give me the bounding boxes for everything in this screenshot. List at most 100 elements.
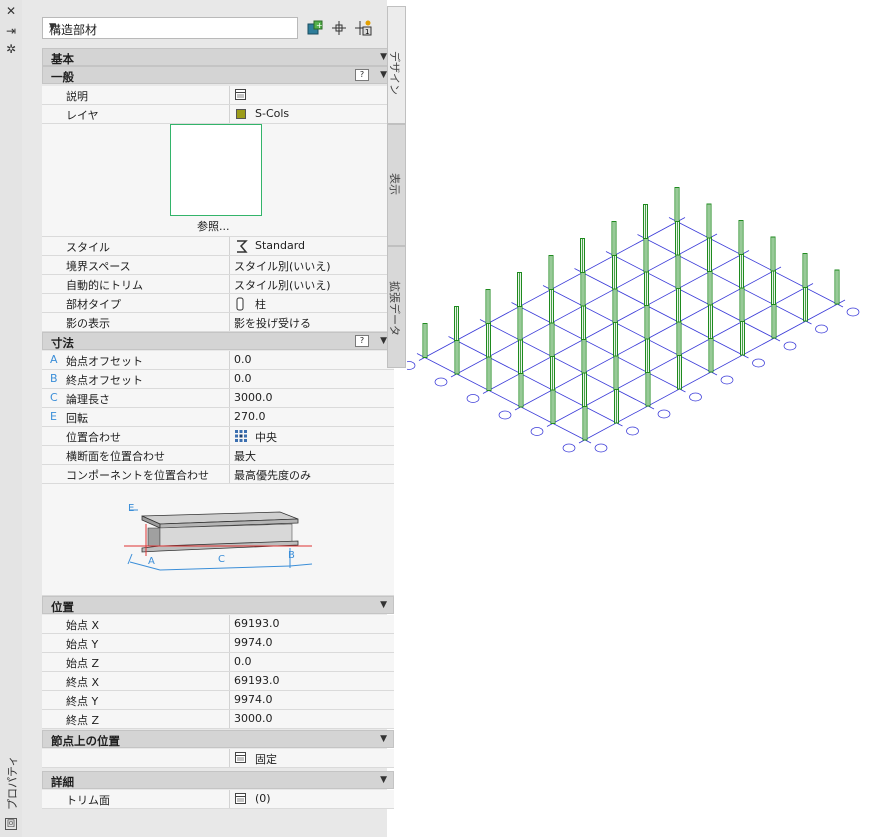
grid-line <box>574 268 749 359</box>
chevron-down-icon[interactable]: ▼ <box>380 52 387 62</box>
worksheet-icon[interactable] <box>235 89 246 100</box>
row-location[interactable]: 終点 Y 9974.0 <box>42 691 394 710</box>
grid-line <box>511 302 686 393</box>
section-dimensions[interactable]: 寸法 ? ▼ <box>42 332 394 350</box>
chevron-down-icon[interactable]: ▼ <box>380 775 387 785</box>
style-thumbnail[interactable] <box>170 124 262 216</box>
row-justify-section[interactable]: 横断面を位置合わせ 最大 <box>42 446 394 465</box>
worksheet-icon[interactable] <box>235 752 246 763</box>
dim-key-e: E <box>50 410 57 423</box>
grid-bubble <box>530 427 544 436</box>
location-value[interactable]: 0.0 <box>234 655 252 668</box>
location-value[interactable]: 9974.0 <box>234 636 273 649</box>
row-location[interactable]: 始点 Y 9974.0 <box>42 634 394 653</box>
section-basic[interactable]: 基本 ▼ <box>42 48 394 66</box>
tab-design[interactable]: デザイン <box>387 6 406 124</box>
autohide-icon[interactable]: ⇥ <box>4 24 18 38</box>
properties-panel: 構造部材 ▼ + 1 基本 ▼ 一般 ? ▼ 説明 レイヤ S-Cols 参照.… <box>22 0 394 837</box>
rotation-value[interactable]: 270.0 <box>234 410 266 423</box>
row-node-location[interactable]: 固定 <box>42 749 394 768</box>
row-end-offset[interactable]: B 終点オフセット 0.0 <box>42 370 394 389</box>
svg-text:1: 1 <box>365 28 369 36</box>
tab-display-label: 表示 <box>388 173 401 195</box>
row-rotation[interactable]: E 回転 270.0 <box>42 408 394 427</box>
grid-line <box>542 285 718 376</box>
style-label: スタイル <box>66 241 110 254</box>
row-location[interactable]: 終点 Z 3000.0 <box>42 710 394 729</box>
style-value: Standard <box>255 239 306 252</box>
row-shadow[interactable]: 影の表示 影を投げ受ける <box>42 313 394 332</box>
diagram-label-e: E <box>128 503 134 514</box>
layer-value: S-Cols <box>255 107 290 120</box>
row-location[interactable]: 終点 X 69193.0 <box>42 672 394 691</box>
row-location[interactable]: 始点 X 69193.0 <box>42 615 394 634</box>
row-boundary[interactable]: 境界スペース スタイル別(いいえ) <box>42 256 394 275</box>
grid-bubble <box>402 361 416 370</box>
chevron-down-icon[interactable]: ▼ <box>380 600 387 610</box>
chevron-down-icon[interactable]: ▼ <box>380 70 387 80</box>
select-objects-icon[interactable] <box>330 19 348 37</box>
quick-help-icon[interactable]: ? <box>355 69 369 81</box>
rotation-label: 回転 <box>66 412 88 425</box>
section-general[interactable]: 一般 ? ▼ <box>42 66 394 84</box>
autotrim-label: 自動的にトリム <box>66 279 143 292</box>
tab-display[interactable]: 表示 <box>387 124 406 246</box>
object-selector-bar: 構造部材 ▼ + 1 <box>42 17 394 41</box>
location-value[interactable]: 69193.0 <box>234 617 280 630</box>
structural-style-icon <box>235 240 248 253</box>
start-offset-value[interactable]: 0.0 <box>234 353 252 366</box>
row-trim-planes[interactable]: トリム面 (0) <box>42 790 394 809</box>
logical-length-value[interactable]: 3000.0 <box>234 391 273 404</box>
location-value[interactable]: 3000.0 <box>234 712 273 725</box>
justify-value: 中央 <box>255 431 277 444</box>
location-label: 終点 X <box>66 676 100 689</box>
boundary-label: 境界スペース <box>66 260 131 273</box>
grid-line <box>448 336 623 427</box>
column-grid-drawing[interactable] <box>402 0 878 837</box>
diagram-label-b: B <box>288 550 295 561</box>
row-autotrim[interactable]: 自動的にトリム スタイル別(いいえ) <box>42 275 394 294</box>
section-details[interactable]: 詳細 ▼ <box>42 771 394 789</box>
justify-component-label: コンポーネントを位置合わせ <box>66 469 209 482</box>
side-tabs: デザイン 表示 拡張データ <box>387 0 407 837</box>
row-logical-length[interactable]: C 論理長さ 3000.0 <box>42 389 394 408</box>
row-style[interactable]: スタイル Standard <box>42 237 394 256</box>
row-justify-component[interactable]: コンポーネントを位置合わせ 最高優先度のみ <box>42 465 394 484</box>
row-layer[interactable]: レイヤ S-Cols <box>42 105 394 124</box>
close-icon[interactable]: ✕ <box>4 4 18 18</box>
row-justify[interactable]: 位置合わせ 中央 <box>42 427 394 446</box>
section-node-location[interactable]: 節点上の位置 ▼ <box>42 730 394 748</box>
row-start-offset[interactable]: A 始点オフセット 0.0 <box>42 351 394 370</box>
worksheet-icon[interactable] <box>235 793 246 804</box>
section-dimensions-title: 寸法 <box>51 336 74 350</box>
chevron-down-icon[interactable]: ▼ <box>380 336 387 346</box>
tab-extended-data[interactable]: 拡張データ <box>387 246 406 368</box>
toggle-pickadd-icon[interactable]: 1 <box>354 19 372 37</box>
palette-titlebar: ✕ ⇥ ✲ プロパティ 回 <box>0 0 23 837</box>
location-value[interactable]: 9974.0 <box>234 693 273 706</box>
grid-line <box>668 217 844 308</box>
justify-label: 位置合わせ <box>66 431 121 444</box>
row-location[interactable]: 始点 Z 0.0 <box>42 653 394 672</box>
chevron-down-icon[interactable]: ▼ <box>380 734 387 744</box>
quick-select-icon[interactable]: + <box>306 19 324 37</box>
shadow-value: 影を投げ受ける <box>234 317 311 330</box>
grid-line <box>479 319 655 410</box>
row-member-type[interactable]: 部材タイプ 柱 <box>42 294 394 313</box>
location-value[interactable]: 69193.0 <box>234 674 280 687</box>
grid-bubble <box>815 324 828 334</box>
grid-bubble <box>689 392 702 402</box>
browse-link[interactable]: 参照... <box>197 218 230 234</box>
grid-bubble <box>434 377 448 387</box>
palette-menu-icon[interactable]: 回 <box>5 818 17 830</box>
quick-help-icon[interactable]: ? <box>355 335 369 347</box>
gear-icon[interactable]: ✲ <box>4 42 18 56</box>
diagram-label-a: A <box>148 556 155 567</box>
row-description[interactable]: 説明 <box>42 86 394 105</box>
section-location[interactable]: 位置 ▼ <box>42 596 394 614</box>
end-offset-value[interactable]: 0.0 <box>234 372 252 385</box>
drawing-viewport[interactable] <box>402 0 878 837</box>
grid-bubble <box>846 307 860 317</box>
tab-extended-data-label: 拡張データ <box>388 281 401 336</box>
object-type-dropdown[interactable]: 構造部材 ▼ <box>42 17 298 39</box>
